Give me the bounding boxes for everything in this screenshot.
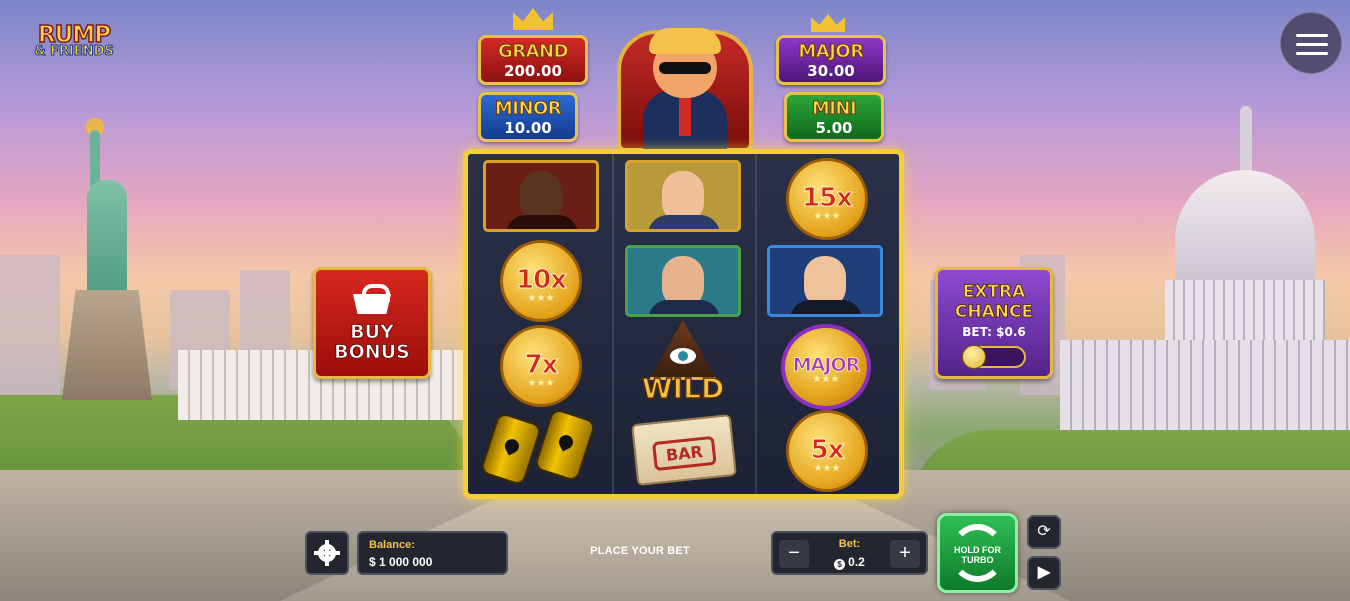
buy-bonus-button[interactable]: BUY BONUS: [313, 267, 431, 379]
autoplay-button[interactable]: ⟳: [1027, 515, 1061, 549]
jackpot-name: GRAND: [497, 41, 569, 63]
jackpot-major: MAJOR 30.00: [776, 35, 886, 85]
coin-multiplier: 10x: [516, 265, 568, 296]
logo-line-2: & FRIENDS: [34, 44, 115, 59]
reel-grid: 10x ★★★ 7x ★★★ WILD BAR 15x ★★★ MAJOR ★★…: [463, 149, 904, 499]
buy-bonus-line-1: BUY: [350, 321, 394, 343]
symbol-portrait-young-man: [767, 245, 883, 317]
bar-label: BAR: [651, 435, 718, 472]
crown-icon: [811, 14, 845, 32]
balance-value: $ 1 000 000: [369, 555, 433, 569]
eye-icon: [670, 348, 696, 364]
coin-multiplier: 5x: [810, 435, 845, 466]
bet-increase-button[interactable]: +: [890, 540, 920, 568]
extra-chance-panel: EXTRA CHANCE BET: $0.6: [935, 267, 1053, 379]
extra-chance-line-2: CHANCE: [954, 302, 1034, 323]
spin-label-line-1: HOLD FOR: [954, 545, 1001, 555]
dollar-coin-icon: $: [834, 559, 846, 570]
jackpot-minor: MINOR 10.00: [478, 92, 578, 142]
extra-chance-toggle[interactable]: [962, 345, 1026, 369]
jackpot-value: 200.00: [504, 62, 562, 80]
coin-stars: ★★★: [527, 293, 555, 304]
balance-display: Balance: $ 1 000 000: [357, 531, 508, 575]
symbol-coin-major: MAJOR ★★★: [781, 324, 871, 410]
capitol-illustration: [1060, 106, 1350, 430]
barrel-icon: [479, 411, 543, 487]
buy-bonus-line-2: BONUS: [334, 341, 410, 363]
game-logo: RUMP & FRIENDS: [30, 23, 118, 59]
bet-selector: − Bet: $0.2 +: [771, 531, 928, 575]
symbol-oil-barrels: [479, 407, 602, 489]
symbol-coin-10x: 10x ★★★: [500, 240, 582, 322]
symbol-portrait-sunglasses-man: [483, 160, 599, 232]
basket-icon: [353, 284, 391, 314]
wild-label: WILD: [641, 371, 725, 406]
statue-of-liberty-illustration: [62, 118, 152, 400]
turbo-button[interactable]: ▶: [1027, 556, 1061, 590]
jackpot-value: 10.00: [504, 119, 552, 137]
symbol-portrait-elder-man: [625, 160, 741, 232]
settings-button[interactable]: [305, 531, 349, 575]
spin-label-line-2: TURBO: [961, 555, 994, 565]
jackpot-mini: MINI 5.00: [784, 92, 884, 142]
spin-label: HOLD FOR TURBO: [940, 545, 1015, 565]
boss-character-illustration: [595, 12, 775, 152]
toggle-knob: [962, 345, 986, 369]
coin-multiplier: 15x: [802, 183, 854, 214]
coin-stars: ★★★: [527, 378, 555, 389]
menu-button[interactable]: [1280, 12, 1342, 74]
symbol-coin-15x: 15x ★★★: [786, 158, 868, 240]
symbol-bar-folder: BAR: [631, 413, 737, 487]
crown-icon: [513, 8, 553, 30]
balance-label: Balance:: [369, 539, 415, 551]
extra-chance-line-1: EXTRA: [962, 282, 1026, 303]
symbol-coin-7x: 7x ★★★: [500, 325, 582, 407]
jackpot-value: 30.00: [807, 62, 855, 80]
coin-stars: ★★★: [813, 211, 841, 222]
barrel-icon: [533, 407, 597, 483]
coin-stars: ★★★: [813, 463, 841, 474]
symbol-coin-5x: 5x ★★★: [786, 410, 868, 492]
coin-label: MAJOR: [792, 354, 860, 377]
symbol-wild-pyramid: WILD: [625, 320, 741, 412]
jackpot-grand: GRAND 200.00: [478, 35, 588, 85]
spin-button[interactable]: HOLD FOR TURBO: [937, 513, 1018, 593]
jackpot-name: MINOR: [494, 98, 562, 120]
symbol-portrait-gray-hair-man: [625, 245, 741, 317]
jackpot-name: MAJOR: [798, 41, 865, 63]
jackpot-name: MINI: [811, 98, 857, 120]
gear-icon: [314, 540, 340, 566]
jackpot-value: 5.00: [815, 119, 853, 137]
bet-value: 0.2: [848, 555, 865, 569]
status-message: PLACE YOUR BET: [590, 545, 690, 557]
autoplay-icon: ⟳: [1037, 523, 1051, 540]
coin-multiplier: 7x: [524, 350, 559, 381]
extra-chance-bet: BET: $0.6: [962, 325, 1026, 339]
fast-forward-icon: ▶: [1037, 564, 1051, 581]
